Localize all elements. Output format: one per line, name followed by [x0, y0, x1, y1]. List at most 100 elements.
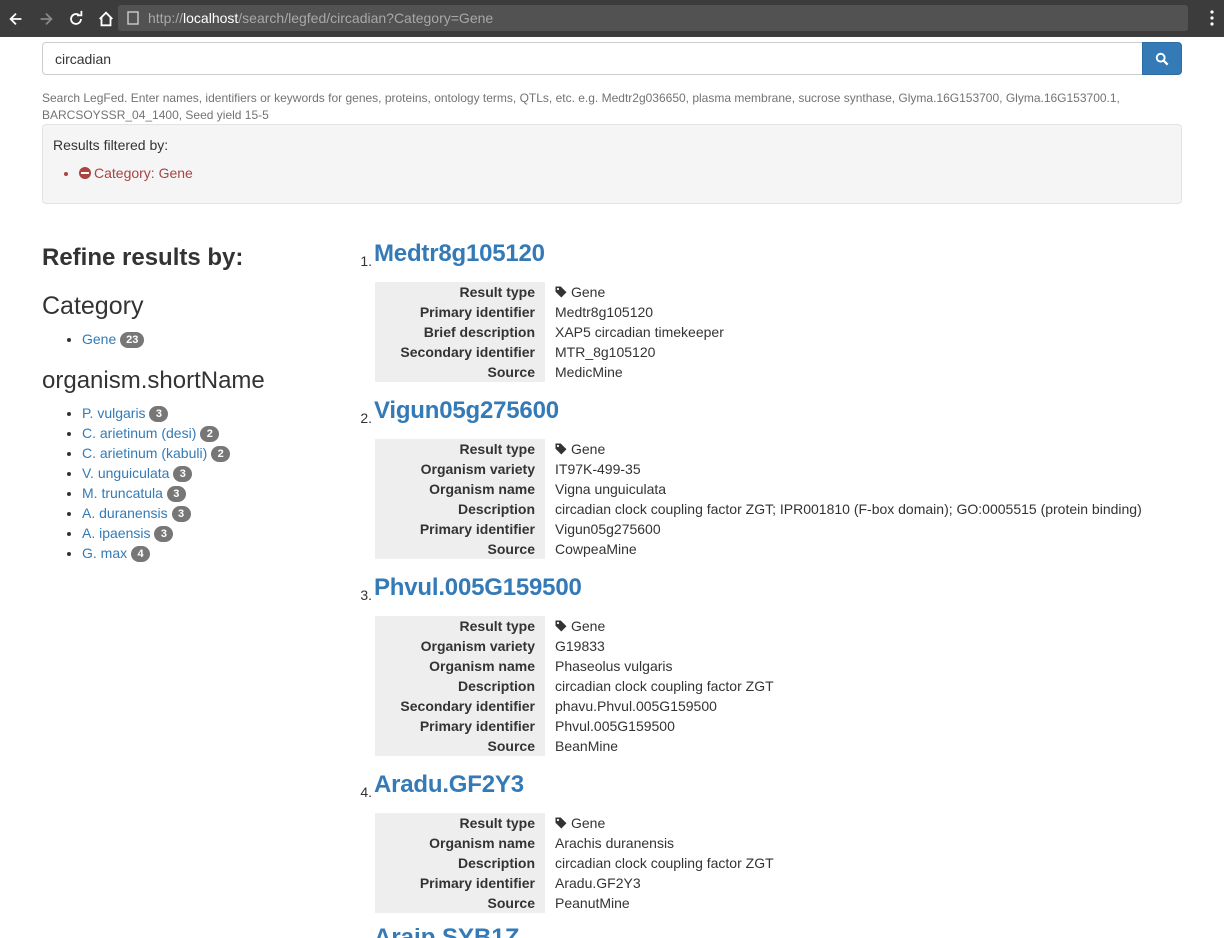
table-row: Source CowpeaMine [375, 539, 1142, 559]
table-row: Primary identifier Phvul.005G159500 [375, 716, 774, 736]
field-label: Organism variety [375, 636, 545, 656]
search-button[interactable] [1142, 42, 1182, 75]
result-title-link[interactable]: Aradu.GF2Y3 [374, 771, 524, 799]
refine-sidebar: Refine results by: Category Gene 23 orga… [42, 244, 332, 581]
field-value: Gene [545, 813, 774, 833]
count-badge: 23 [120, 332, 145, 348]
result-title-link[interactable]: Phvul.005G159500 [374, 574, 582, 602]
field-value: XAP5 circadian timekeeper [555, 324, 724, 340]
tag-icon [555, 286, 567, 298]
browser-menu-icon[interactable] [1208, 9, 1216, 27]
field-value: Gene [545, 616, 774, 636]
facet-link[interactable]: P. vulgaris [82, 405, 146, 421]
tag-icon [555, 817, 567, 829]
result-title-link[interactable]: Vigun05g275600 [374, 397, 559, 425]
table-row: Result type Gene [375, 439, 1142, 459]
table-row: Result type Gene [375, 282, 724, 302]
field-value: Gene [545, 282, 724, 302]
count-badge: 4 [131, 546, 151, 562]
count-badge: 3 [166, 486, 186, 502]
facet-link[interactable]: C. arietinum (kabuli) [82, 445, 207, 461]
facet-link[interactable]: A. ipaensis [82, 525, 150, 541]
field-value: circadian clock coupling factor ZGT; IPR… [555, 501, 1142, 517]
filter-item[interactable]: Category: Gene [79, 165, 1171, 181]
facet-item: G. max 4 [82, 543, 332, 563]
field-value: MTR_8g105120 [555, 344, 656, 360]
field-label: Source [375, 362, 545, 382]
field-value: Vigun05g275600 [555, 521, 661, 537]
filters-list: Category: Gene [79, 165, 1171, 181]
table-row: Primary identifier Medtr8g105120 [375, 302, 724, 322]
field-label: Organism name [375, 479, 545, 499]
category-facet-list: Gene 23 [82, 329, 332, 349]
facet-item: P. vulgaris 3 [82, 403, 332, 423]
result-details-table: Result type Gene Organism variety IT97K-499… [375, 439, 1142, 559]
field-value: circadian clock coupling factor ZGT [555, 678, 774, 694]
search-input[interactable] [42, 42, 1143, 75]
field-value: phavu.Phvul.005G159500 [555, 698, 717, 714]
reload-button[interactable] [62, 5, 90, 33]
reload-icon [70, 10, 83, 25]
field-label: Primary identifier [375, 873, 545, 893]
field-label: Brief description [375, 322, 545, 342]
remove-circle-icon[interactable] [79, 167, 91, 179]
field-label: Source [375, 539, 545, 559]
table-row: Primary identifier Aradu.GF2Y3 [375, 873, 774, 893]
field-value: Phaseolus vulgaris [555, 658, 673, 674]
tag-icon [555, 443, 567, 455]
field-label: Secondary identifier [375, 342, 545, 362]
result-number: 2. [360, 410, 372, 426]
result-details-table: Result type Gene Organism variety G19833 Org… [375, 616, 774, 756]
field-label: Organism name [375, 833, 545, 853]
table-row: Brief description XAP5 circadian timekeep… [375, 322, 724, 342]
result-title-link[interactable]: Medtr8g105120 [374, 240, 545, 268]
result-type-value: Gene [571, 284, 606, 300]
count-badge: 3 [149, 406, 169, 422]
field-label: Description [375, 676, 545, 696]
back-button[interactable] [2, 5, 30, 33]
field-label: Organism variety [375, 459, 545, 479]
facet-link[interactable]: V. unguiculata [82, 465, 169, 481]
result-details-table: Result type Gene Organism name Arachis dura… [375, 813, 774, 913]
home-button[interactable] [92, 5, 120, 33]
facet-link[interactable]: M. truncatula [82, 485, 163, 501]
facet-link[interactable]: A. duranensis [82, 505, 168, 521]
tag-icon [555, 620, 567, 632]
table-row: Description circadian clock coupling fact… [375, 499, 1142, 519]
active-filters-panel: Results filtered by: Category: Gene [42, 124, 1182, 204]
count-badge: 3 [173, 466, 193, 482]
table-row: Organism name Vigna unguiculata [375, 479, 1142, 499]
result-type-value: Gene [571, 815, 606, 831]
table-row: Result type Gene [375, 616, 774, 636]
field-label: Secondary identifier [375, 696, 545, 716]
table-row: Result type Gene [375, 813, 774, 833]
field-value: MedicMine [555, 364, 623, 380]
table-row: Secondary identifier MTR_8g105120 [375, 342, 724, 362]
facet-link[interactable]: Gene [82, 331, 116, 347]
field-value: circadian clock coupling factor ZGT [555, 855, 774, 871]
field-label: Result type [375, 439, 545, 459]
organism-heading: organism.shortName [42, 367, 265, 394]
browser-toolbar: http://localhost/search/legfed/circadian… [0, 0, 1224, 37]
result-title-partial[interactable]: Araip.SYB1Z [374, 928, 519, 938]
address-bar[interactable]: http://localhost/search/legfed/circadian… [118, 5, 1188, 31]
page-icon [127, 11, 139, 25]
facet-link[interactable]: G. max [82, 545, 127, 561]
category-heading: Category [42, 292, 144, 320]
result-number: 1. [360, 253, 372, 269]
field-value: CowpeaMine [555, 541, 637, 557]
refine-heading: Refine results by: [42, 244, 244, 271]
table-row: Description circadian clock coupling fact… [375, 853, 774, 873]
table-row: Organism name Phaseolus vulgaris [375, 656, 774, 676]
facet-link[interactable]: C. arietinum (desi) [82, 425, 196, 441]
field-label: Source [375, 736, 545, 756]
forward-button[interactable] [32, 5, 60, 33]
table-row: Source PeanutMine [375, 893, 774, 913]
count-badge: 3 [171, 506, 191, 522]
field-label: Organism name [375, 656, 545, 676]
home-icon [99, 10, 113, 26]
table-row: Source BeanMine [375, 736, 774, 756]
count-badge: 3 [154, 526, 174, 542]
field-label: Result type [375, 282, 545, 302]
facet-item: Gene 23 [82, 329, 332, 349]
